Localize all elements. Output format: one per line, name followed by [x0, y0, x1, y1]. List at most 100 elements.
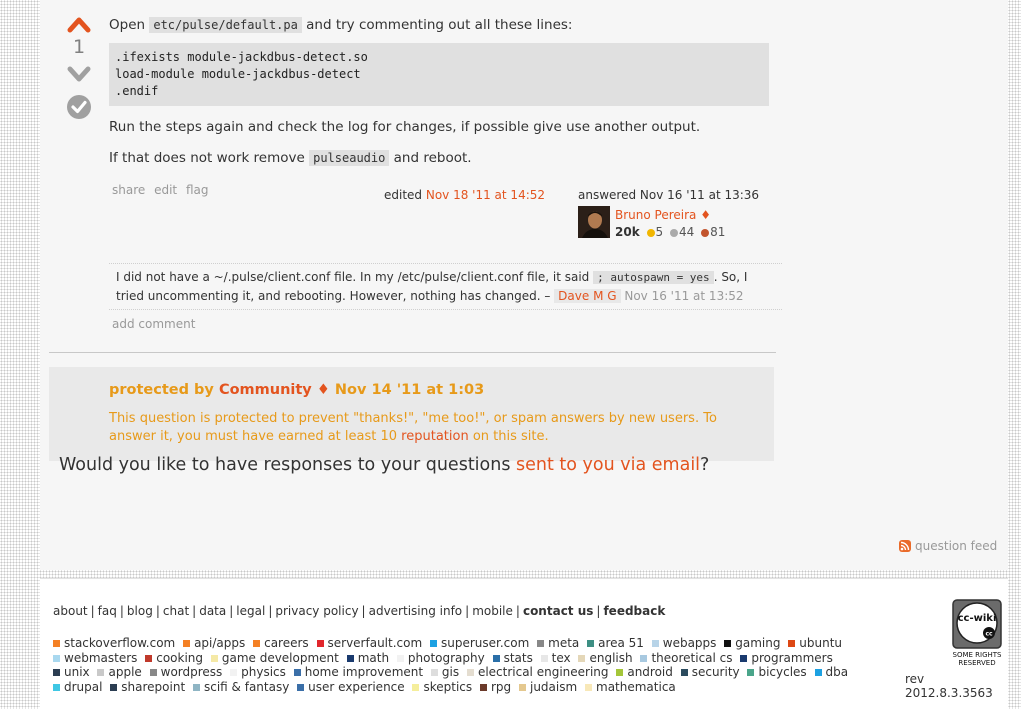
user-name[interactable]: Bruno Pereira ♦ — [615, 208, 711, 222]
footer-link-about[interactable]: about — [53, 604, 88, 618]
site-label[interactable]: scifi & fantasy — [204, 680, 289, 694]
site-label[interactable]: drupal — [64, 680, 102, 694]
site-label[interactable]: webapps — [663, 636, 717, 650]
footer-link-blog[interactable]: blog — [127, 604, 153, 618]
site-label[interactable]: apple — [108, 665, 141, 679]
site-label[interactable]: game development — [222, 651, 339, 665]
avatar[interactable] — [578, 206, 610, 238]
site-label[interactable]: physics — [241, 665, 286, 679]
site-link-gis[interactable]: gis — [430, 665, 459, 679]
site-label[interactable]: rpg — [491, 680, 511, 694]
site-label[interactable]: webmasters — [64, 651, 137, 665]
site-link-drupal[interactable]: drupal — [53, 680, 102, 694]
site-link-theoretical-cs[interactable]: theoretical cs — [640, 651, 733, 665]
community-user-link[interactable]: Community ♦ — [219, 382, 330, 398]
reputation-link[interactable]: reputation — [401, 429, 469, 444]
site-link-math[interactable]: math — [346, 651, 389, 665]
site-label[interactable]: photography — [408, 651, 485, 665]
site-link-stackoverflow-com[interactable]: stackoverflow.com — [53, 636, 175, 650]
add-comment-link[interactable]: add comment — [112, 317, 195, 331]
site-link-area-51[interactable]: area 51 — [587, 636, 644, 650]
site-link-stats[interactable]: stats — [492, 651, 533, 665]
site-label[interactable]: english — [589, 651, 632, 665]
site-link-careers[interactable]: careers — [253, 636, 309, 650]
site-label[interactable]: math — [358, 651, 389, 665]
site-link-programmers[interactable]: programmers — [740, 651, 833, 665]
site-label[interactable]: cooking — [156, 651, 203, 665]
site-link-superuser-com[interactable]: superuser.com — [429, 636, 529, 650]
site-link-physics[interactable]: physics — [230, 665, 286, 679]
question-feed-link[interactable]: question feed — [899, 539, 997, 553]
arrow-up-icon[interactable] — [67, 14, 91, 34]
site-link-sharepoint[interactable]: sharepoint — [110, 680, 185, 694]
site-label[interactable]: tex — [552, 651, 571, 665]
edit-link[interactable]: edit — [154, 183, 177, 197]
site-label[interactable]: careers — [264, 636, 309, 650]
footer-link-advertising-info[interactable]: advertising info — [369, 604, 463, 618]
site-link-gaming[interactable]: gaming — [724, 636, 780, 650]
site-label[interactable]: gis — [442, 665, 459, 679]
share-link[interactable]: share — [112, 183, 145, 197]
email-link[interactable]: sent to you via email — [516, 455, 700, 475]
site-label[interactable]: skeptics — [423, 680, 472, 694]
site-label[interactable]: judaism — [530, 680, 577, 694]
site-link-unix[interactable]: unix — [53, 665, 90, 679]
site-label[interactable]: wordpress — [161, 665, 223, 679]
site-label[interactable]: security — [692, 665, 740, 679]
site-label[interactable]: theoretical cs — [651, 651, 732, 665]
site-label[interactable]: home improvement — [305, 665, 423, 679]
site-label[interactable]: ubuntu — [799, 636, 842, 650]
site-label[interactable]: mathematica — [596, 680, 676, 694]
site-link-dba[interactable]: dba — [814, 665, 849, 679]
site-link-electrical-engineering[interactable]: electrical engineering — [466, 665, 609, 679]
site-link-ubuntu[interactable]: ubuntu — [788, 636, 842, 650]
site-link-english[interactable]: english — [578, 651, 633, 665]
site-link-serverfault-com[interactable]: serverfault.com — [316, 636, 423, 650]
site-link-meta[interactable]: meta — [537, 636, 579, 650]
site-link-wordpress[interactable]: wordpress — [149, 665, 223, 679]
site-link-user-experience[interactable]: user experience — [297, 680, 405, 694]
site-label[interactable]: bicycles — [758, 665, 806, 679]
edited-date-link[interactable]: Nov 18 '11 at 14:52 — [426, 188, 545, 202]
site-label[interactable]: area 51 — [598, 636, 644, 650]
arrow-down-icon[interactable] — [67, 64, 91, 84]
site-link-mathematica[interactable]: mathematica — [585, 680, 676, 694]
site-label[interactable]: dba — [826, 665, 849, 679]
footer-link-faq[interactable]: faq — [98, 604, 117, 618]
footer-link-feedback[interactable]: feedback — [603, 604, 665, 618]
site-link-tex[interactable]: tex — [540, 651, 571, 665]
site-link-photography[interactable]: photography — [396, 651, 485, 665]
comment-user-link[interactable]: Dave M G — [554, 289, 621, 303]
site-link-judaism[interactable]: judaism — [518, 680, 577, 694]
site-link-bicycles[interactable]: bicycles — [747, 665, 807, 679]
footer-link-chat[interactable]: chat — [163, 604, 189, 618]
site-link-security[interactable]: security — [680, 665, 740, 679]
site-link-apple[interactable]: apple — [97, 665, 142, 679]
site-label[interactable]: serverfault.com — [328, 636, 423, 650]
site-link-game-development[interactable]: game development — [210, 651, 339, 665]
site-link-rpg[interactable]: rpg — [479, 680, 511, 694]
comment-date[interactable]: Nov 16 '11 at 13:52 — [624, 289, 743, 303]
site-label[interactable]: stackoverflow.com — [64, 636, 175, 650]
site-link-home-improvement[interactable]: home improvement — [293, 665, 423, 679]
site-label[interactable]: sharepoint — [121, 680, 185, 694]
site-label[interactable]: meta — [548, 636, 579, 650]
footer-link-privacy-policy[interactable]: privacy policy — [275, 604, 358, 618]
site-link-scifi-fantasy[interactable]: scifi & fantasy — [193, 680, 289, 694]
site-label[interactable]: stats — [504, 651, 533, 665]
site-label[interactable]: android — [627, 665, 673, 679]
site-label[interactable]: api/apps — [194, 636, 245, 650]
footer-link-contact-us[interactable]: contact us — [523, 604, 593, 618]
flag-link[interactable]: flag — [186, 183, 209, 197]
footer-link-data[interactable]: data — [199, 604, 226, 618]
site-link-api-apps[interactable]: api/apps — [183, 636, 245, 650]
site-link-skeptics[interactable]: skeptics — [412, 680, 472, 694]
site-label[interactable]: programmers — [751, 651, 832, 665]
site-link-cooking[interactable]: cooking — [145, 651, 203, 665]
site-label[interactable]: unix — [64, 665, 90, 679]
site-label[interactable]: superuser.com — [441, 636, 529, 650]
footer-link-mobile[interactable]: mobile — [472, 604, 513, 618]
site-label[interactable]: gaming — [735, 636, 780, 650]
footer-link-legal[interactable]: legal — [236, 604, 265, 618]
site-link-webapps[interactable]: webapps — [651, 636, 717, 650]
